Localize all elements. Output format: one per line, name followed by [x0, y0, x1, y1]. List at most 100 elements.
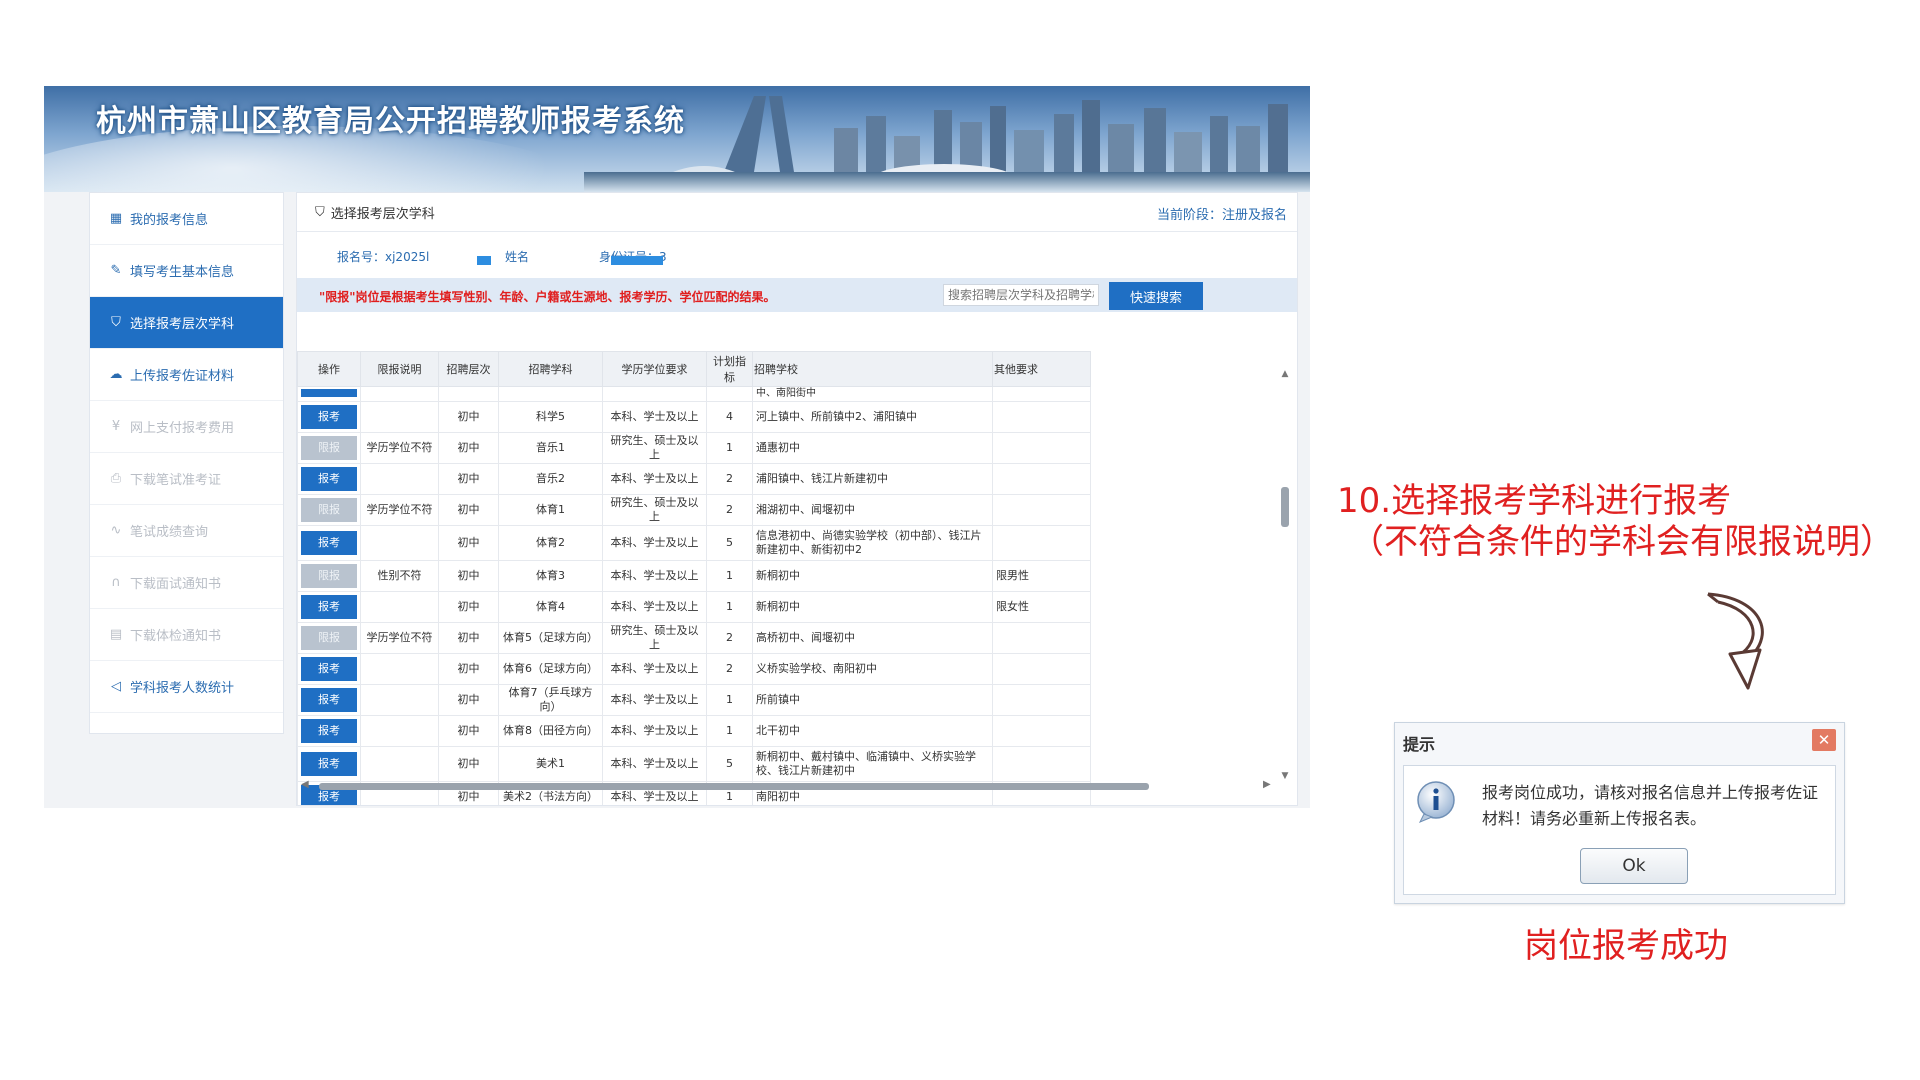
- level-cell: 初中: [438, 525, 499, 561]
- quota-cell: 2: [706, 622, 753, 654]
- headset-icon: ∩: [111, 575, 121, 590]
- applicant-info: 报名号：xj2025l 姓名 身份证号：3: [297, 232, 1297, 278]
- school-cell: 湘湖初中、闻堰初中: [752, 494, 993, 526]
- degree-cell: 研究生、硕士及以上: [602, 622, 707, 654]
- horizontal-scrollbar[interactable]: ◀ ▶: [297, 779, 1277, 793]
- apply-button[interactable]: 报考: [301, 657, 357, 681]
- sidebar-item-upload-materials[interactable]: ☁ 上传报考佐证材料: [90, 349, 283, 401]
- subject-table: 操作 限报说明 招聘层次 招聘学科 学历学位要求 计划指标 招聘学校 其他要求: [297, 351, 1091, 805]
- dialog-header: 提示 ✕: [1395, 723, 1844, 757]
- pencil-icon: ✎: [110, 263, 122, 278]
- table-row: 报考 初中 体育8（田径方向） 本科、学士及以上 1 北干初中: [297, 715, 1091, 747]
- sidebar-item-label: 网上支付报考费用: [130, 421, 235, 436]
- table-row-partial: 中、南阳街中: [297, 386, 1091, 402]
- shield-check-icon: ⛉: [315, 204, 325, 220]
- school-cell: 义桥实验学校、南阳初中: [752, 653, 993, 685]
- subject-cell: 体育4: [498, 591, 603, 623]
- school-cell: 高桥初中、闻堰初中: [752, 622, 993, 654]
- restriction-cell: [360, 463, 439, 495]
- degree-cell: 本科、学士及以上: [602, 525, 707, 561]
- scroll-left-icon[interactable]: ◀: [301, 779, 309, 790]
- sidebar-item-interview-notice[interactable]: ∩ 下载面试通知书: [90, 557, 283, 609]
- sidebar-item-label: 下载体检通知书: [130, 629, 222, 644]
- subject-cell: 音乐2: [498, 463, 603, 495]
- ok-button[interactable]: Ok: [1580, 848, 1688, 884]
- current-stage: 当前阶段：注册及报名: [1156, 208, 1287, 223]
- sidebar-item-label: 上传报考佐证材料: [130, 369, 235, 384]
- quota-cell: 1: [706, 560, 753, 592]
- search-input[interactable]: [943, 284, 1099, 306]
- restriction-cell: [360, 401, 439, 433]
- apply-button[interactable]: 报考: [301, 595, 357, 619]
- other-requirement-cell: [992, 463, 1091, 495]
- level-cell: 初中: [438, 653, 499, 685]
- quota-cell: 1: [706, 684, 753, 716]
- other-requirement-cell: 限女性: [992, 591, 1091, 623]
- restriction-cell: [360, 746, 439, 782]
- sidebar-item-online-payment[interactable]: ¥ 网上支付报考费用: [90, 401, 283, 453]
- sidebar-item-my-info[interactable]: ▦ 我的报考信息: [90, 193, 283, 245]
- level-cell: 初中: [438, 432, 499, 464]
- other-requirement-cell: [992, 525, 1091, 561]
- school-cell: 所前镇中: [752, 684, 993, 716]
- apply-button[interactable]: 报考: [301, 752, 357, 776]
- sidebar-item-label: 笔试成绩查询: [130, 525, 209, 540]
- scroll-up-icon[interactable]: ▲: [1279, 369, 1291, 379]
- school-cell: 新桐初中: [752, 560, 993, 592]
- grid-icon: ▦: [109, 211, 123, 226]
- apply-button[interactable]: 报考: [301, 467, 357, 491]
- degree-cell: 本科、学士及以上: [602, 684, 707, 716]
- action-cell: 报考: [297, 715, 361, 747]
- quota-cell: 2: [706, 494, 753, 526]
- restriction-cell: [360, 525, 439, 561]
- vertical-scrollbar[interactable]: ▲ ▼: [1279, 369, 1291, 781]
- degree-cell: 本科、学士及以上: [602, 715, 707, 747]
- degree-cell: 研究生、硕士及以上: [602, 432, 707, 464]
- column-header: 操作: [297, 351, 361, 387]
- degree-cell: 本科、学士及以上: [602, 560, 707, 592]
- level-cell: 初中: [438, 463, 499, 495]
- action-cell: 限报: [297, 622, 361, 654]
- sidebar-item-basic-info[interactable]: ✎ 填写考生基本信息: [90, 245, 283, 297]
- subject-cell: 体育5（足球方向）: [498, 622, 603, 654]
- restricted-button: 限报: [301, 626, 357, 650]
- reg-number: 报名号：xj2025l: [337, 250, 430, 264]
- table-row: 报考 初中 美术1 本科、学士及以上 5 新桐初中、戴村镇中、临浦镇中、义桥实验学校、钱江…: [297, 746, 1091, 782]
- school-cell: 新桐初中: [752, 591, 993, 623]
- sidebar-item-label: 我的报考信息: [130, 213, 209, 228]
- sidebar-item-physical-notice[interactable]: ▤ 下载体检通知书: [90, 609, 283, 661]
- apply-button[interactable]: 报考: [301, 719, 357, 743]
- close-icon[interactable]: ✕: [1812, 729, 1836, 751]
- sidebar-item-score-query[interactable]: ∿ 笔试成绩查询: [90, 505, 283, 557]
- sidebar-item-statistics[interactable]: ◁ 学科报考人数统计: [90, 661, 283, 713]
- apply-button[interactable]: 报考: [301, 531, 357, 555]
- quick-search-button[interactable]: 快速搜索: [1109, 282, 1203, 310]
- column-header: 限报说明: [360, 351, 439, 387]
- action-cell: 报考: [297, 591, 361, 623]
- sidebar-item-admission-ticket[interactable]: ⎙ 下载笔试准考证: [90, 453, 283, 505]
- success-dialog: 提示 ✕ 报考岗位成功，请核对报名信息并上传报考佐证材料！请务必重新上传报名表。…: [1394, 722, 1845, 904]
- scroll-right-icon[interactable]: ▶: [1263, 779, 1271, 790]
- degree-cell: 本科、学士及以上: [602, 401, 707, 433]
- school-cell: 新桐初中、戴村镇中、临浦镇中、义桥实验学校、钱江片新建初中: [752, 746, 993, 782]
- school-cell: 浦阳镇中、钱江片新建初中: [752, 463, 993, 495]
- column-header: 招聘学科: [498, 351, 603, 387]
- horizontal-scroll-thumb[interactable]: [319, 783, 1149, 790]
- other-requirement-cell: [992, 715, 1091, 747]
- apply-button-partial[interactable]: [301, 389, 357, 397]
- other-requirement-cell: [992, 494, 1091, 526]
- apply-button[interactable]: 报考: [301, 405, 357, 429]
- sidebar-item-select-subject[interactable]: ⛉ 选择报考层次学科: [90, 297, 283, 349]
- action-cell: 报考: [297, 746, 361, 782]
- column-header: 计划指标: [706, 351, 753, 387]
- restricted-button: 限报: [301, 498, 357, 522]
- result-annotation: 岗位报考成功: [1524, 926, 1728, 966]
- other-requirement-cell: [992, 432, 1091, 464]
- subject-cell: 体育1: [498, 494, 603, 526]
- sidebar-item-label: 下载笔试准考证: [130, 473, 222, 488]
- restriction-cell: [360, 653, 439, 685]
- vertical-scroll-thumb[interactable]: [1281, 487, 1289, 527]
- apply-button[interactable]: 报考: [301, 688, 357, 712]
- scroll-down-icon[interactable]: ▼: [1279, 771, 1291, 781]
- restriction-cell: [360, 591, 439, 623]
